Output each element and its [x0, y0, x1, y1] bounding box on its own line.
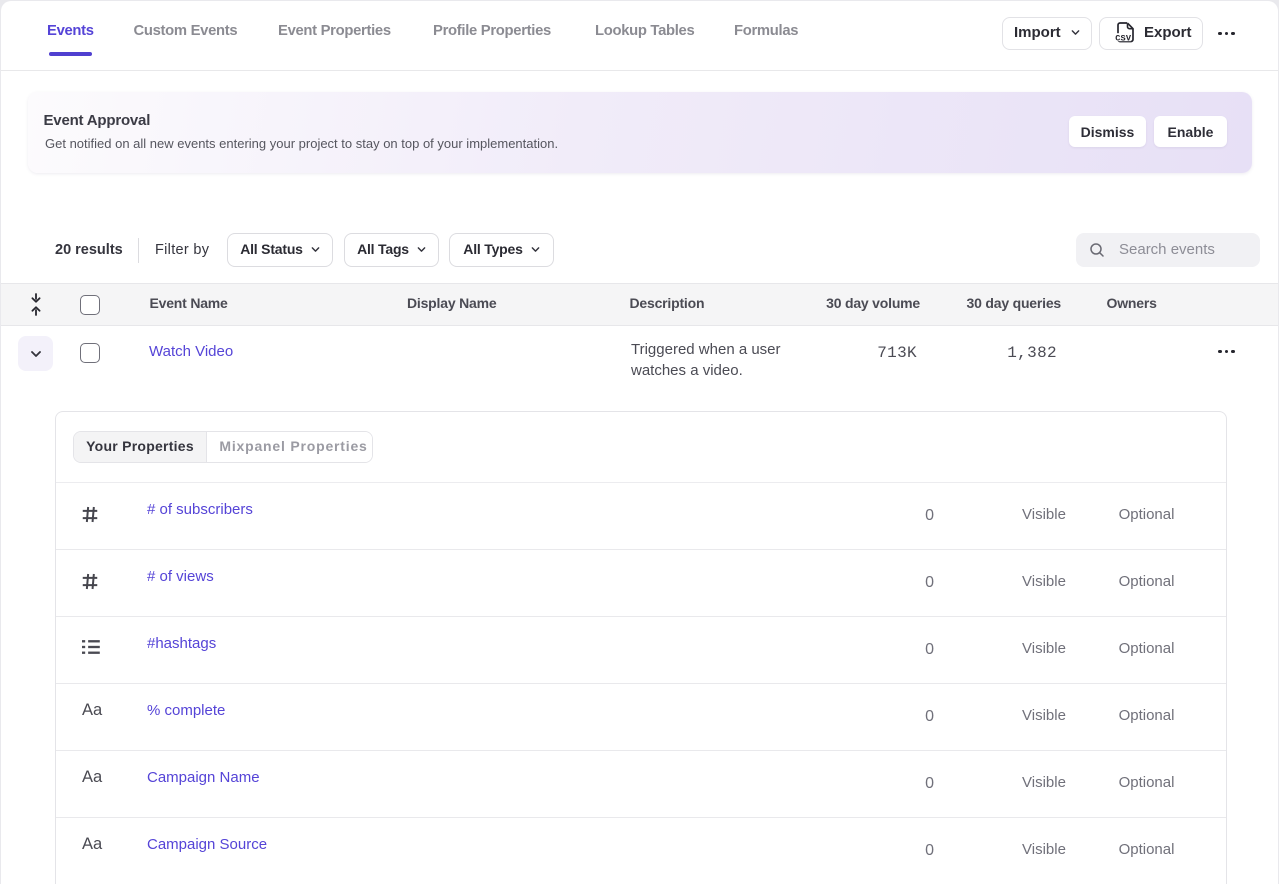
svg-text:CSV: CSV [1115, 33, 1132, 43]
